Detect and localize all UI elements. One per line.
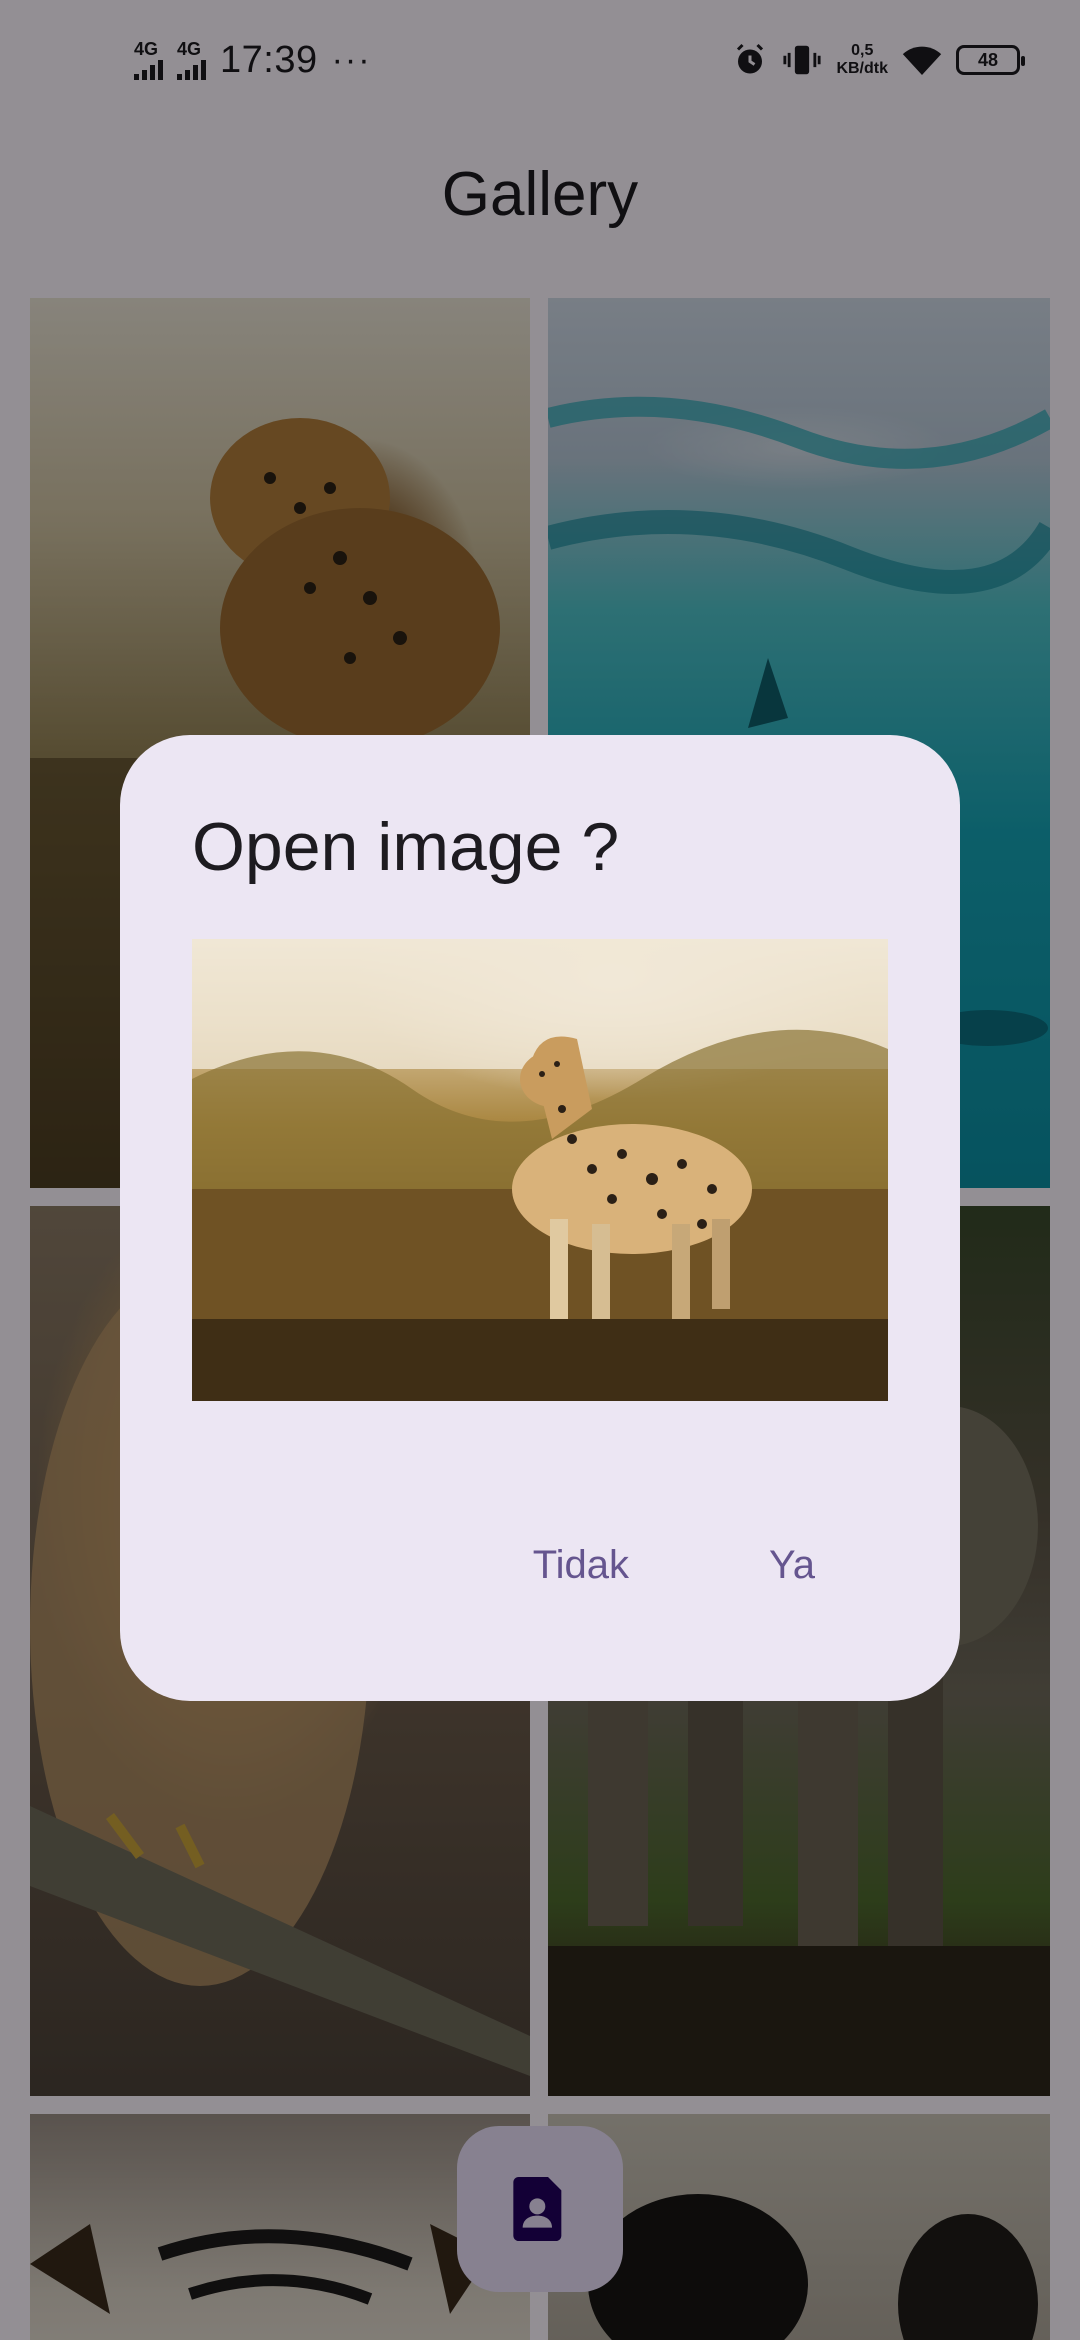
- open-image-dialog: Open image ? Tidak Ya: [120, 735, 960, 1701]
- dialog-image-preview: [192, 939, 888, 1401]
- confirm-button[interactable]: Ya: [769, 1543, 815, 1588]
- cancel-button[interactable]: Tidak: [533, 1543, 629, 1588]
- gallery-screen: 4G 4G 17:39 ··· 0,5 KB/dtk 48 Gallery Op…: [0, 0, 1080, 2340]
- dialog-actions: Tidak Ya: [120, 1515, 960, 1615]
- dialog-title: Open image ?: [192, 809, 620, 885]
- leopard-preview-photo: [192, 939, 888, 1401]
